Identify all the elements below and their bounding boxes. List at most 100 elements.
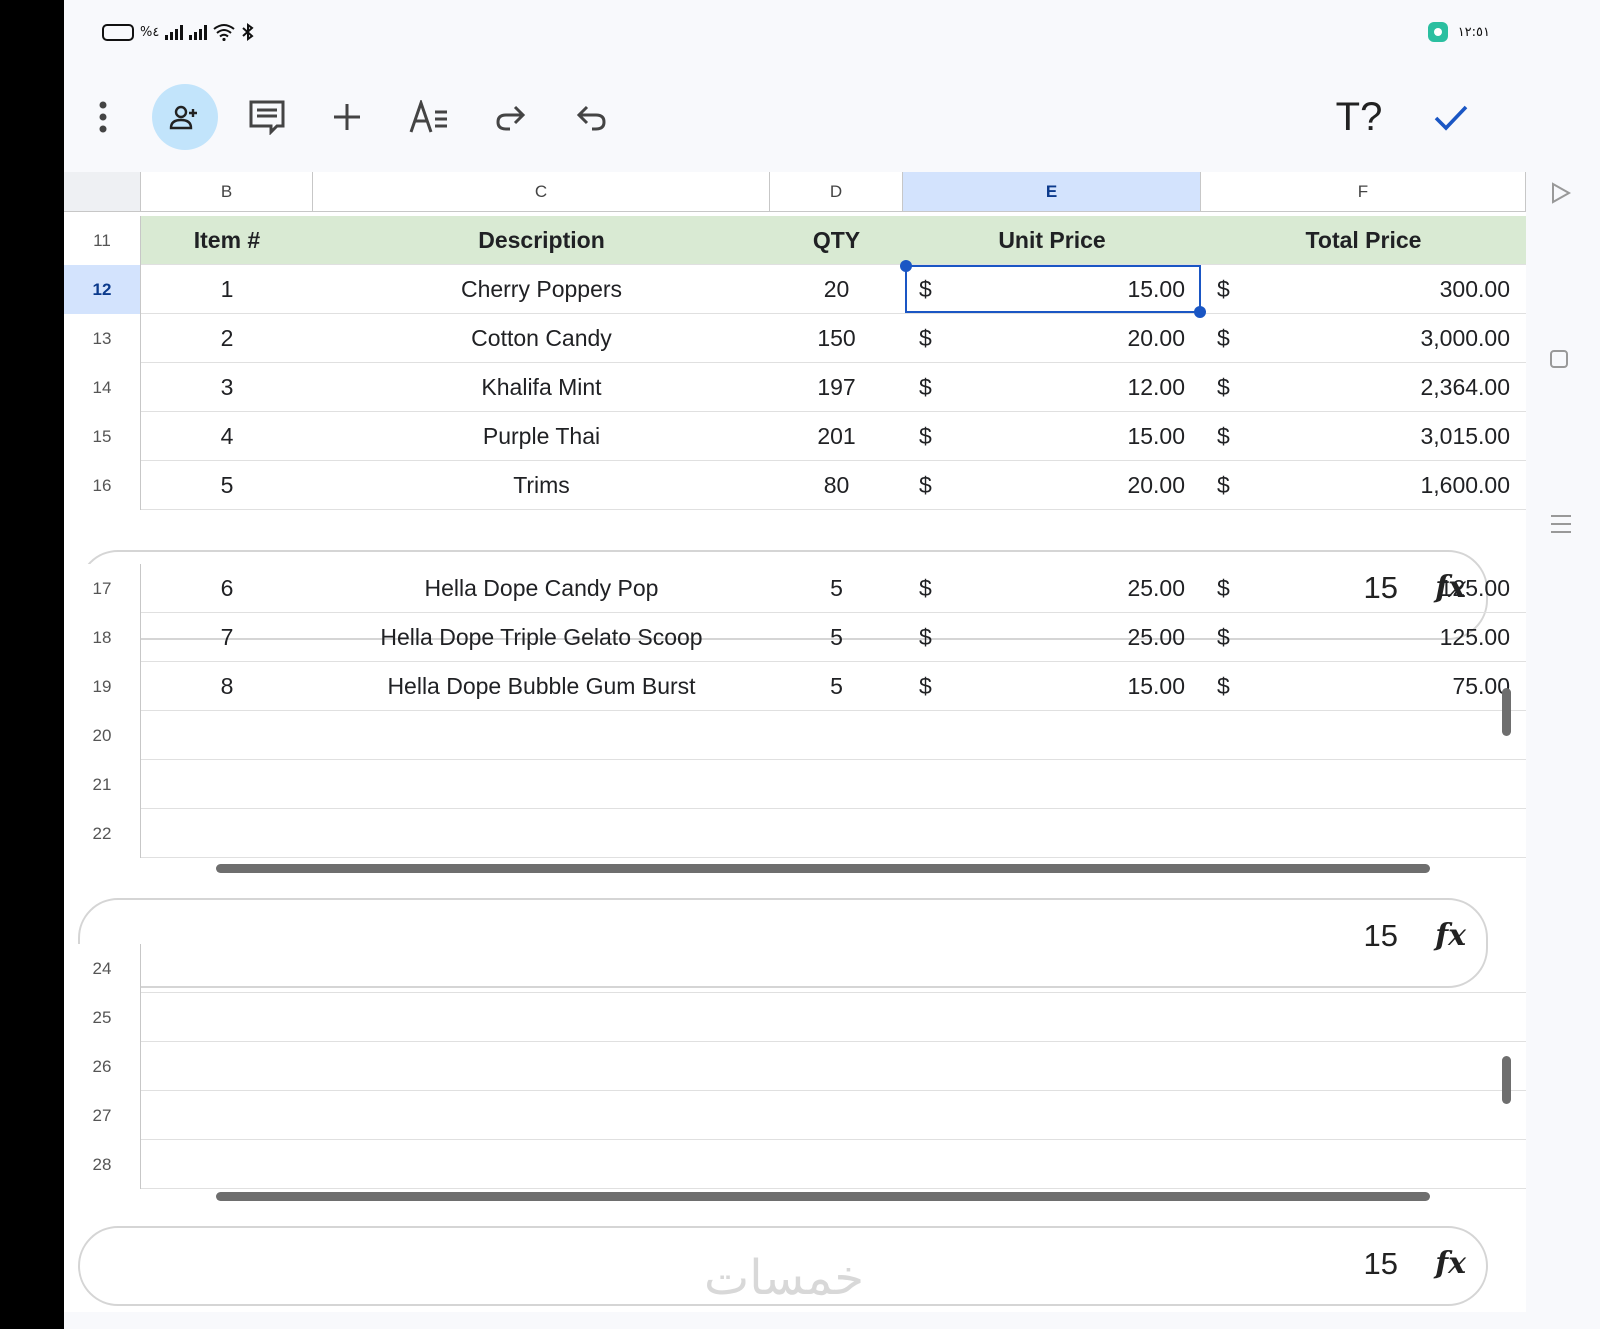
row-header-22[interactable]: 22 bbox=[64, 809, 141, 858]
row-header-20[interactable]: 20 bbox=[64, 711, 141, 760]
cell-item-number[interactable]: 8 bbox=[141, 662, 313, 711]
undo-button[interactable] bbox=[558, 84, 624, 150]
table-row: 12 1 Cherry Poppers 20 $15.00 $300.00 bbox=[64, 265, 1526, 314]
row-header-19[interactable]: 19 bbox=[64, 662, 141, 711]
cell-item-number[interactable]: 7 bbox=[141, 613, 313, 662]
cell-total-price[interactable]: Total Price bbox=[1201, 216, 1526, 265]
cell-description[interactable]: Description bbox=[313, 216, 770, 265]
done-button[interactable] bbox=[1418, 84, 1484, 150]
cell-item-number[interactable]: 6 bbox=[141, 564, 313, 613]
cell-description[interactable]: Hella Dope Triple Gelato Scoop bbox=[313, 613, 770, 662]
wifi-icon bbox=[213, 24, 235, 41]
cell-description[interactable]: Hella Dope Bubble Gum Burst bbox=[313, 662, 770, 711]
column-header-e[interactable]: E bbox=[903, 172, 1201, 212]
cell-description[interactable]: Cotton Candy bbox=[313, 314, 770, 363]
table-row: 17 6 Hella Dope Candy Pop 5 $25.00 $125.00 bbox=[64, 564, 1526, 613]
cell-total-price[interactable]: 3,000.00 bbox=[1201, 314, 1526, 363]
comment-button[interactable] bbox=[234, 84, 300, 150]
cell-unit-price[interactable]: 12.00 bbox=[903, 363, 1201, 412]
row-header-28[interactable]: 28 bbox=[64, 1140, 141, 1189]
vertical-scrollbar[interactable] bbox=[1502, 688, 1511, 736]
cell-qty[interactable]: 201 bbox=[770, 412, 903, 461]
cell-description[interactable]: Cherry Poppers bbox=[313, 265, 770, 314]
table-row: 14 3 Khalifa Mint 197 $12.00 $2,364.00 bbox=[64, 363, 1526, 412]
select-all-corner[interactable] bbox=[64, 172, 141, 212]
row-header-14[interactable]: 14 bbox=[64, 363, 141, 412]
table-row: 21 bbox=[64, 760, 1526, 809]
text-style-button[interactable]: T? bbox=[1326, 84, 1392, 150]
selection-handle-bottom[interactable] bbox=[1194, 306, 1206, 318]
text-format-button[interactable] bbox=[396, 84, 462, 150]
signal-icon bbox=[165, 24, 184, 40]
cell-total-price[interactable]: 1,600.00 bbox=[1201, 461, 1526, 510]
cell-item-number[interactable]: 5 bbox=[141, 461, 313, 510]
bluetooth-icon bbox=[242, 23, 254, 41]
fx-icon[interactable]: fx bbox=[1435, 1246, 1466, 1281]
cell-unit-price[interactable]: 25.00 bbox=[903, 564, 1201, 613]
cell-description[interactable]: Hella Dope Candy Pop bbox=[313, 564, 770, 613]
cell-qty[interactable]: QTY bbox=[770, 216, 903, 265]
column-header-d[interactable]: D bbox=[770, 172, 903, 212]
table-row: 26 bbox=[64, 1042, 1526, 1091]
cell-description[interactable]: Khalifa Mint bbox=[313, 363, 770, 412]
row-header-18[interactable]: 18 bbox=[64, 613, 141, 662]
menu-icon bbox=[1551, 515, 1571, 533]
column-header-f[interactable]: F bbox=[1201, 172, 1526, 212]
cell-description[interactable]: Purple Thai bbox=[313, 412, 770, 461]
more-options-button[interactable] bbox=[70, 84, 136, 150]
row-header-24[interactable]: 24 bbox=[64, 944, 141, 993]
cell-description[interactable]: Trims bbox=[313, 461, 770, 510]
cell-unit-price[interactable]: 20.00 bbox=[903, 314, 1201, 363]
cell-total-price[interactable]: 75.00 bbox=[1201, 662, 1526, 711]
cell-unit-price[interactable]: 15.00 bbox=[903, 412, 1201, 461]
redo-icon bbox=[496, 105, 526, 131]
cell-qty[interactable]: 5 bbox=[770, 564, 903, 613]
row-header-25[interactable]: 25 bbox=[64, 993, 141, 1042]
cell-total-price[interactable]: 125.00 bbox=[1201, 564, 1526, 613]
insert-button[interactable] bbox=[314, 84, 380, 150]
cell-qty[interactable]: 80 bbox=[770, 461, 903, 510]
horizontal-scrollbar[interactable] bbox=[216, 864, 1430, 873]
cell-total-price[interactable]: 3,015.00 bbox=[1201, 412, 1526, 461]
formula-value[interactable]: 15 bbox=[1364, 1246, 1398, 1282]
cell-item-number[interactable]: 4 bbox=[141, 412, 313, 461]
row-header-15[interactable]: 15 bbox=[64, 412, 141, 461]
cell-item-number[interactable]: 2 bbox=[141, 314, 313, 363]
row-header-13[interactable]: 13 bbox=[64, 314, 141, 363]
cell-qty[interactable]: 197 bbox=[770, 363, 903, 412]
cell-qty[interactable]: 20 bbox=[770, 265, 903, 314]
row-header-17[interactable]: 17 bbox=[64, 564, 141, 613]
cell-unit-price[interactable]: 25.00 bbox=[903, 613, 1201, 662]
redo-button[interactable] bbox=[478, 84, 544, 150]
row-header-21[interactable]: 21 bbox=[64, 760, 141, 809]
cell-qty[interactable]: 150 bbox=[770, 314, 903, 363]
cell-unit-price[interactable]: 15.00 bbox=[903, 662, 1201, 711]
vertical-scrollbar-2[interactable] bbox=[1502, 1056, 1511, 1104]
cell-item-number[interactable]: 1 bbox=[141, 265, 313, 314]
cell-total-price[interactable]: 2,364.00 bbox=[1201, 363, 1526, 412]
row-header-11[interactable]: 11 bbox=[64, 216, 141, 265]
cell-item-number[interactable]: Item # bbox=[141, 216, 313, 265]
watermark: خمسات bbox=[704, 1250, 865, 1306]
cell-qty[interactable]: 5 bbox=[770, 613, 903, 662]
share-button[interactable] bbox=[152, 84, 218, 150]
column-header-c[interactable]: C bbox=[313, 172, 770, 212]
cell-item-number[interactable]: 3 bbox=[141, 363, 313, 412]
table-row: 22 bbox=[64, 809, 1526, 858]
plus-icon bbox=[334, 104, 360, 130]
cell-total-price[interactable]: 125.00 bbox=[1201, 613, 1526, 662]
row-header-26[interactable]: 26 bbox=[64, 1042, 141, 1091]
horizontal-scrollbar-2[interactable] bbox=[216, 1192, 1430, 1201]
row-header-16[interactable]: 16 bbox=[64, 461, 141, 510]
cell-unit-price[interactable]: 20.00 bbox=[903, 461, 1201, 510]
cell-unit-price[interactable]: Unit Price bbox=[903, 216, 1201, 265]
cell-qty[interactable]: 5 bbox=[770, 662, 903, 711]
row-header-27[interactable]: 27 bbox=[64, 1091, 141, 1140]
cell-total-price[interactable]: 300.00 bbox=[1201, 265, 1526, 314]
row-header-12[interactable]: 12 bbox=[64, 265, 141, 314]
column-header-b[interactable]: B bbox=[141, 172, 313, 212]
selection-handle-top[interactable] bbox=[900, 260, 912, 272]
spreadsheet-grid[interactable]: BCDEF 11 Item # Description QTY Unit Price To… bbox=[64, 172, 1526, 1312]
table-row: 25 bbox=[64, 993, 1526, 1042]
check-icon bbox=[1434, 105, 1468, 131]
